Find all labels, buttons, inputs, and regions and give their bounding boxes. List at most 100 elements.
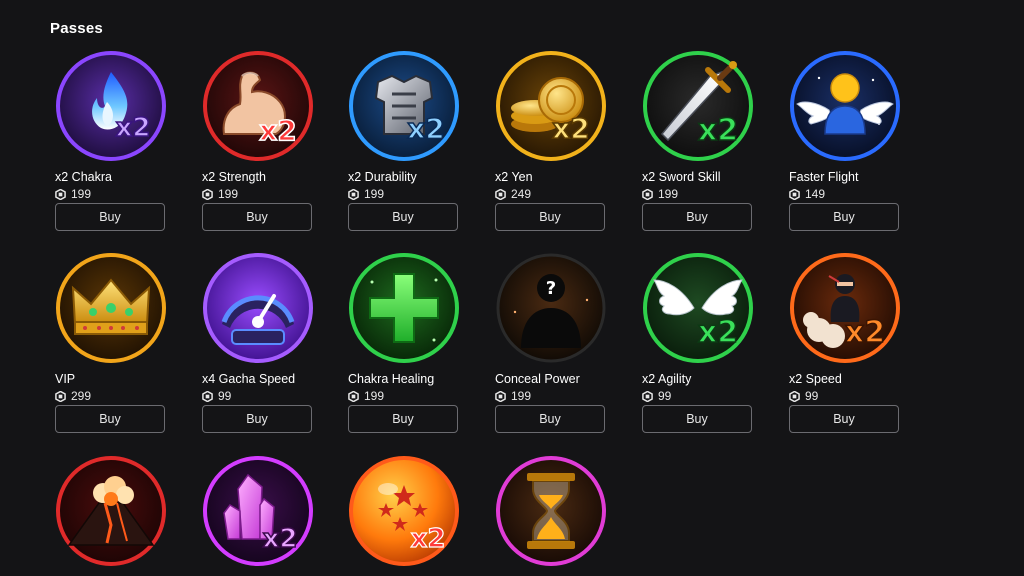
svg-text:x2: x2 [263,524,298,554]
pass-card-x4-gacha-speed: x4 Gacha Speed 99 Buy [202,252,314,442]
buy-button[interactable]: Buy [789,405,899,433]
hourglass-icon[interactable] [495,455,607,567]
pass-price: 299 [71,389,92,403]
buy-button[interactable]: Buy [495,405,605,433]
pass-price: 199 [364,187,385,201]
pass-name: x2 Strength [202,170,266,184]
buy-button[interactable]: Buy [348,405,458,433]
pass-card-dragon-ball: x2 [348,455,460,576]
pass-price: 249 [511,187,532,201]
svg-text:x2: x2 [407,112,445,145]
robux-icon [348,390,359,402]
pass-name: Faster Flight [789,170,859,184]
buy-button[interactable]: Buy [348,203,458,231]
pass-name: x2 Chakra [55,170,112,184]
price-row: 199 [202,187,238,201]
pass-card-conceal-power: ? Conceal Power 199 Buy [495,252,607,442]
svg-text:x2: x2 [552,112,590,145]
pass-name: x2 Durability [348,170,417,184]
sword-icon[interactable]: x2 [642,50,754,162]
svg-text:x2: x2 [116,113,151,143]
robux-icon [642,188,653,200]
robux-icon [495,390,506,402]
pass-price: 199 [658,187,679,201]
running-ninja-icon[interactable]: x2 [789,252,901,364]
crown-icon[interactable] [55,252,167,364]
crystal-icon[interactable]: x2 [202,455,314,567]
svg-text:x2: x2 [259,114,297,147]
price-row: 99 [642,389,671,403]
buy-button[interactable]: Buy [789,203,899,231]
pass-price: 199 [364,389,385,403]
pass-name: x2 Agility [642,372,692,386]
robux-icon [789,188,800,200]
pass-price: 149 [805,187,826,201]
speedometer-icon[interactable] [202,252,314,364]
robux-icon [202,188,213,200]
pass-card-chakra-healing: Chakra Healing 199 Buy [348,252,460,442]
pass-price: 199 [511,389,532,403]
robux-icon [642,390,653,402]
buy-button[interactable]: Buy [642,405,752,433]
pass-card-x2-strength: x2 x2 Strength 199 Buy [202,50,314,240]
buy-button[interactable]: Buy [55,203,165,231]
price-row: 199 [348,389,384,403]
price-row: 99 [789,389,818,403]
robux-icon [348,188,359,200]
gold-coins-icon[interactable]: x2 [495,50,607,162]
pass-card-hourglass [495,455,607,576]
price-row: 199 [642,187,678,201]
price-row: 99 [202,389,231,403]
price-row: 199 [55,187,91,201]
passes-page: Passes x2 x2 Chakra 199 Buy x2 x2 Streng… [0,0,1024,576]
pass-name: x2 Yen [495,170,533,184]
pass-name: VIP [55,372,76,386]
buy-button[interactable]: Buy [202,203,312,231]
pass-name: x2 Speed [789,372,842,386]
wings-icon[interactable]: x2 [642,252,754,364]
pass-card-x2-chakra: x2 x2 Chakra 199 Buy [55,50,167,240]
pass-name: Conceal Power [495,372,580,386]
pass-price: 99 [218,389,232,403]
svg-text:x2: x2 [698,315,738,350]
pass-name: Chakra Healing [348,372,435,386]
svg-text:?: ? [546,278,556,299]
price-row: 249 [495,187,531,201]
pass-card-vip: VIP 299 Buy [55,252,167,442]
pass-card-x2-agility: x2 x2 Agility 99 Buy [642,252,754,442]
robux-icon [789,390,800,402]
svg-text:x2: x2 [845,315,885,350]
price-row: 299 [55,389,91,403]
pass-card-x2-speed: x2 x2 Speed 99 Buy [789,252,901,442]
dragon-ball-icon[interactable]: x2 [348,455,460,567]
volcano-icon[interactable] [55,455,167,567]
green-cross-icon[interactable] [348,252,460,364]
winged-avatar-icon[interactable] [789,50,901,162]
chest-armor-icon[interactable]: x2 [348,50,460,162]
blue-flame-icon[interactable]: x2 [55,50,167,162]
robux-icon [495,188,506,200]
robux-icon [55,188,66,200]
pass-name: x2 Sword Skill [642,170,721,184]
price-row: 149 [789,187,825,201]
pass-price: 199 [218,187,239,201]
pass-card-x2-sword-skill: x2 x2 Sword Skill 199 Buy [642,50,754,240]
pass-card-x2-yen: x2 x2 Yen 249 Buy [495,50,607,240]
buy-button[interactable]: Buy [495,203,605,231]
pass-price: 199 [71,187,92,201]
price-row: 199 [495,389,531,403]
pass-card-volcano [55,455,167,576]
pass-price: 99 [805,389,819,403]
buy-button[interactable]: Buy [55,405,165,433]
buy-button[interactable]: Buy [202,405,312,433]
pass-name: x4 Gacha Speed [202,372,296,386]
buy-button[interactable]: Buy [642,203,752,231]
svg-text:x2: x2 [698,113,738,148]
pass-price: 99 [658,389,672,403]
hidden-figure-icon[interactable]: ? [495,252,607,364]
svg-text:x2: x2 [411,524,446,554]
flexed-arm-icon[interactable]: x2 [202,50,314,162]
section-title: Passes [50,20,103,37]
pass-card-crystal: x2 [202,455,314,576]
pass-card-x2-durability: x2 x2 Durability 199 Buy [348,50,460,240]
